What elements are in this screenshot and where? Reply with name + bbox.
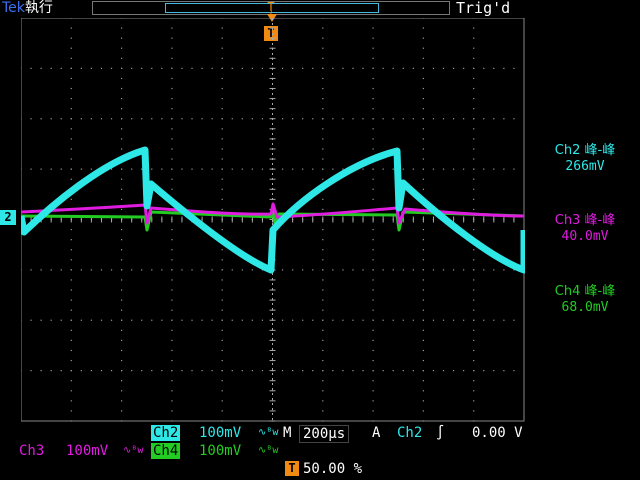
run-state-label: 執行 xyxy=(24,0,53,16)
measurement-ch3-value: 40.0mV xyxy=(561,229,609,244)
trigger-source: Ch2 xyxy=(397,425,423,441)
brand-logo: Tek xyxy=(2,0,25,16)
timebase-value[interactable]: 200µs xyxy=(299,425,350,443)
trigger-mode: A xyxy=(372,425,381,441)
top-status: Tek執行 xyxy=(2,0,53,16)
measurement-ch4-name: Ch4 峰-峰 xyxy=(554,284,616,299)
measurement-ch3: Ch3 峰-峰 40.0mV xyxy=(530,213,640,245)
ch4-label[interactable]: Ch4 xyxy=(151,443,181,459)
trigger-position-value: 50.00 % xyxy=(303,461,363,477)
measurement-ch2-name: Ch2 峰-峰 xyxy=(554,143,616,158)
ch4-bw-icon: ∿ᴮw xyxy=(258,445,279,456)
ch2-ground-marker[interactable]: 2 xyxy=(0,210,16,225)
waveform-display xyxy=(21,18,525,422)
measurement-ch4-value: 68.0mV xyxy=(561,300,609,315)
timebase-prefix: M xyxy=(283,425,292,441)
measurement-ch2: Ch2 峰-峰 266mV xyxy=(530,143,640,175)
ch2-label[interactable]: Ch2 xyxy=(151,425,181,441)
measurement-ch3-name: Ch3 峰-峰 xyxy=(554,213,616,228)
ch3-bw-icon: ∿ᴮw xyxy=(123,445,144,456)
ch3-label[interactable]: Ch3 xyxy=(19,443,44,459)
ch2-scale: 100mV xyxy=(199,425,242,441)
trigger-position-icon: T xyxy=(285,461,299,476)
trigger-slope-icon: ∫ xyxy=(436,425,445,441)
ch3-scale: 100mV xyxy=(66,443,109,459)
ch2-bw-icon: ∿ᴮw xyxy=(258,427,279,438)
measurement-ch4: Ch4 峰-峰 68.0mV xyxy=(530,284,640,316)
ch4-scale: 100mV xyxy=(199,443,242,459)
measurement-ch2-value: 266mV xyxy=(565,159,605,174)
trigger-status: Trig'd xyxy=(456,0,511,17)
trigger-level: 0.00 V xyxy=(472,425,523,441)
trigger-position-top-icon: Ţ xyxy=(267,0,275,14)
